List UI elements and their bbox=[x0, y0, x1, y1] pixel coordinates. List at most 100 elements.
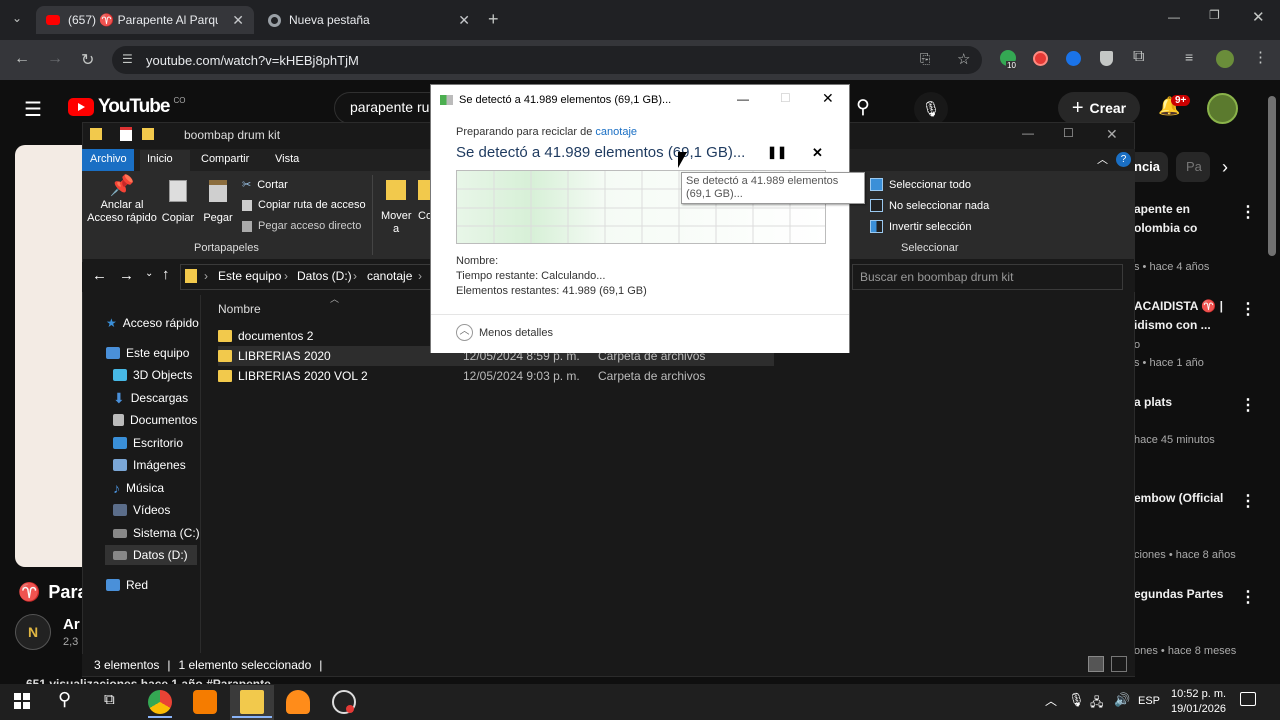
close-window-icon[interactable]: ✕ bbox=[1252, 8, 1265, 26]
nav-data-d[interactable]: Datos (D:) bbox=[105, 545, 197, 565]
page-scrollbar[interactable] bbox=[1268, 96, 1276, 256]
paste-button[interactable]: Pegar bbox=[200, 180, 236, 225]
copy-path-button[interactable]: Copiar ruta de acceso bbox=[242, 199, 366, 211]
move-to-button[interactable]: Mover a bbox=[378, 180, 414, 236]
tab-archivo[interactable]: Archivo bbox=[82, 149, 134, 171]
tab-vista[interactable]: Vista bbox=[275, 153, 299, 165]
install-app-icon[interactable]: ⎘ bbox=[920, 51, 930, 67]
cut-button[interactable]: ✂ Cortar bbox=[242, 178, 288, 192]
nav-downloads[interactable]: ⬇ Descargas bbox=[113, 388, 188, 408]
nav-3d-objects[interactable]: 3D Objects bbox=[113, 365, 192, 385]
explorer-minimize-icon[interactable]: — bbox=[1022, 126, 1034, 140]
forward-icon[interactable]: → bbox=[47, 50, 63, 68]
tab-close-icon[interactable]: ✕ bbox=[458, 12, 470, 29]
help-icon[interactable]: ? bbox=[1116, 152, 1131, 167]
channel-name[interactable]: Ar bbox=[63, 616, 80, 633]
nav-this-pc[interactable]: Este equipo bbox=[106, 343, 189, 363]
network-tray-icon[interactable]: 🖧 bbox=[1090, 693, 1103, 714]
breadcrumb-este-equipo[interactable]: Este equipo bbox=[218, 269, 281, 283]
rec-title[interactable]: olombia co bbox=[1134, 219, 1197, 237]
microphone-icon[interactable]: 🎙 bbox=[1068, 692, 1085, 708]
youtube-search-query[interactable]: parapente ru bbox=[350, 99, 429, 115]
volume-icon[interactable]: 🔊 bbox=[1114, 692, 1130, 708]
nav-videos[interactable]: Vídeos bbox=[113, 500, 170, 520]
language-indicator[interactable]: ESP bbox=[1138, 695, 1160, 707]
collapse-ribbon-icon[interactable]: ︿ bbox=[1097, 151, 1108, 167]
breadcrumb-canotaje[interactable]: canotaje bbox=[367, 269, 412, 283]
restore-icon[interactable]: ❐ bbox=[1209, 8, 1220, 22]
select-none-button[interactable]: No seleccionar nada bbox=[870, 199, 989, 212]
invert-selection-button[interactable]: Invertir selección bbox=[870, 220, 972, 233]
copy-button[interactable]: Copiar bbox=[160, 180, 196, 225]
tab-youtube[interactable]: (657) ♈ Parapente Al Parque R ✕ bbox=[36, 6, 254, 34]
dialog-minimize-icon[interactable]: — bbox=[737, 92, 749, 106]
minimize-icon[interactable]: — bbox=[1168, 10, 1180, 24]
youtube-logo[interactable]: YouTube CO bbox=[68, 96, 185, 118]
rec-more-icon[interactable]: ⋮ bbox=[1240, 299, 1256, 319]
clock-date[interactable]: 19/01/2026 bbox=[1171, 703, 1226, 715]
recent-locations-icon[interactable]: ⌄ bbox=[145, 268, 153, 279]
dialog-close-icon[interactable]: ✕ bbox=[822, 90, 834, 107]
windows-start-icon[interactable] bbox=[14, 693, 30, 709]
back-icon[interactable]: ← bbox=[14, 50, 30, 68]
notification-center-icon[interactable] bbox=[1240, 692, 1256, 706]
chrome-taskbar-icon[interactable] bbox=[148, 690, 172, 714]
reload-icon[interactable]: ↻ bbox=[81, 50, 94, 70]
task-view-icon[interactable]: ⧉ bbox=[104, 691, 115, 708]
rec-more-icon[interactable]: ⋮ bbox=[1240, 395, 1256, 415]
site-info-icon[interactable]: ☰ bbox=[122, 52, 133, 66]
nav-music[interactable]: ♪ Música bbox=[113, 478, 164, 498]
file-row[interactable]: documentos 2 bbox=[218, 326, 313, 346]
shield-icon[interactable] bbox=[1100, 51, 1113, 66]
tab-compartir[interactable]: Compartir bbox=[201, 153, 249, 165]
taskbar-search-icon[interactable]: ⚲ bbox=[58, 689, 71, 710]
explorer-search-input[interactable]: Buscar en boombap drum kit bbox=[852, 264, 1123, 290]
nav-quick-access[interactable]: ★ Acceso rápido bbox=[106, 313, 199, 333]
video-player-edge[interactable] bbox=[15, 145, 85, 567]
file-explorer-taskbar-icon[interactable] bbox=[240, 690, 264, 714]
nav-system-c[interactable]: Sistema (C:) bbox=[113, 523, 200, 543]
rec-more-icon[interactable]: ⋮ bbox=[1240, 587, 1256, 607]
new-tab-button[interactable]: + bbox=[488, 9, 499, 30]
chips-next-icon[interactable]: › bbox=[1222, 157, 1228, 178]
chip-partial[interactable]: ncia bbox=[1134, 152, 1168, 182]
up-folder-icon[interactable]: ↑ bbox=[162, 266, 170, 283]
nav-documents[interactable]: Documentos bbox=[113, 410, 197, 430]
rec-title[interactable]: a plats bbox=[1134, 393, 1172, 411]
pause-button[interactable]: ❚❚ bbox=[767, 145, 787, 159]
less-details-button[interactable]: ︿ Menos detalles bbox=[456, 324, 553, 341]
explorer-close-icon[interactable]: ✕ bbox=[1106, 126, 1118, 143]
nav-desktop[interactable]: Escritorio bbox=[113, 433, 183, 453]
explorer-forward-icon[interactable]: → bbox=[119, 267, 134, 284]
breadcrumb-datos[interactable]: Datos (D:) bbox=[297, 269, 352, 283]
canotaje-link[interactable]: canotaje bbox=[595, 126, 637, 138]
tab-new-tab[interactable]: Nueva pestaña ✕ bbox=[258, 6, 480, 34]
account-avatar[interactable] bbox=[1207, 93, 1238, 124]
media-icon[interactable]: ≡ bbox=[1185, 49, 1193, 65]
youtube-search-icon[interactable]: ⚲ bbox=[856, 96, 870, 119]
media-player-icon[interactable] bbox=[193, 690, 217, 714]
nav-images[interactable]: Imágenes bbox=[113, 455, 186, 475]
create-button[interactable]: + Crear bbox=[1058, 92, 1140, 124]
rec-more-icon[interactable]: ⋮ bbox=[1240, 491, 1256, 511]
extension-blue-icon[interactable] bbox=[1066, 51, 1081, 66]
voice-search-icon[interactable]: 🎙 bbox=[914, 92, 948, 126]
tray-chevron-up-icon[interactable]: ︿ bbox=[1045, 692, 1057, 709]
rec-title[interactable]: apente en bbox=[1134, 200, 1190, 218]
rec-more-icon[interactable]: ⋮ bbox=[1240, 202, 1256, 222]
record-icon[interactable] bbox=[1033, 51, 1048, 66]
new-folder-icon[interactable] bbox=[142, 128, 154, 140]
rec-title[interactable]: egundas Partes bbox=[1134, 585, 1223, 603]
nav-network[interactable]: Red bbox=[106, 575, 148, 595]
rec-title[interactable]: embow (Official bbox=[1134, 489, 1223, 507]
clock-time[interactable]: 10:52 p. m. bbox=[1171, 688, 1226, 700]
rec-title[interactable]: idismo con ... bbox=[1134, 316, 1211, 334]
paste-shortcut-button[interactable]: Pegar acceso directo bbox=[242, 220, 361, 232]
details-view-icon[interactable] bbox=[1088, 656, 1104, 672]
pin-quick-access-button[interactable]: 📌 Anclar al Acceso rápido bbox=[86, 176, 158, 225]
file-row[interactable]: LIBRERIAS 2020 bbox=[218, 346, 331, 366]
file-row[interactable]: LIBRERIAS 2020 VOL 2 bbox=[218, 366, 368, 386]
properties-icon[interactable] bbox=[120, 127, 132, 141]
profile-avatar[interactable] bbox=[1216, 50, 1234, 68]
tab-search-chevron-icon[interactable]: ⌄ bbox=[12, 11, 22, 25]
